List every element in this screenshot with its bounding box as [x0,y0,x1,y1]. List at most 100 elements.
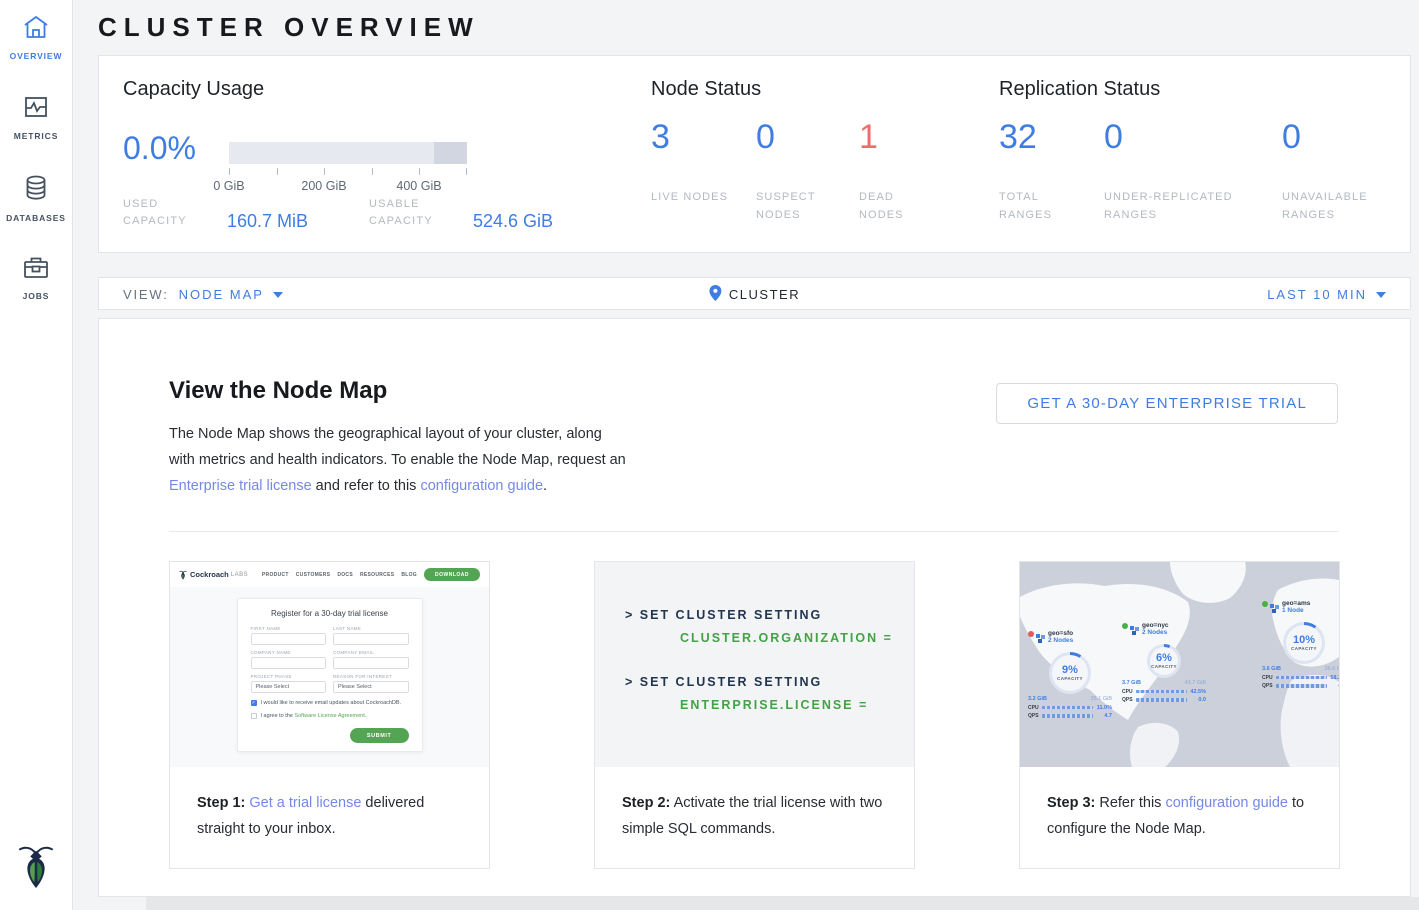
mini-company-email-input [333,657,409,669]
dead-nodes-label: DEAD NODES [859,188,939,224]
database-icon [23,174,49,207]
page-title: CLUSTER OVERVIEW [98,12,480,43]
configuration-guide-link[interactable]: configuration guide [1165,795,1288,811]
mini-nav-customers: CUSTOMERS [296,572,331,578]
usable-capacity-label: USABLE CAPACITY [369,196,455,230]
total-ranges-stat: 32 TOTAL RANGES [999,118,1037,157]
step2-sql-snippet: > SET CLUSTER SETTING CLUSTER.ORGANIZATI… [595,562,914,767]
mini-submit-button: SUBMIT [350,728,409,743]
mini-reason-select: Please Select [333,681,409,693]
total-ranges-label: TOTAL RANGES [999,188,1079,224]
mini-checkbox-checked: ✓ [251,700,257,706]
sql-setting-2: ENTERPRISE.LICENSE = [680,698,914,712]
sidebar-item-label: DATABASES [6,213,66,223]
axis-label-0: 0 GiB [199,179,259,193]
capacity-percent: 0.0% [123,130,196,167]
node-status-dot [1028,631,1034,637]
axis-label-400: 400 GiB [389,179,449,193]
view-dropdown[interactable]: NODE MAP [179,287,264,302]
node-map-heading: View the Node Map [169,377,387,405]
live-nodes-value: 3 [651,118,670,157]
get-trial-license-link[interactable]: Get a trial license [249,795,361,811]
suspect-nodes-label: SUSPECT NODES [756,188,836,224]
step1-card: Cockroach LABS PRODUCT CUSTOMERS DOCS RE… [169,561,490,869]
capacity-gauge: 9%CAPACITY [1049,652,1091,694]
sidebar-item-jobs[interactable]: JOBS [0,240,72,320]
capacity-gauge: 6%CAPACITY [1147,644,1181,678]
capacity-gauge: 10%CAPACITY [1283,622,1325,664]
node-map-panel: View the Node Map The Node Map shows the… [98,318,1411,897]
node-icon [1270,600,1279,618]
cluster-summary-panel: Capacity Usage 0.0% 0 GiB 200 GiB 400 Gi… [98,55,1411,253]
sidebar-item-label: METRICS [14,131,59,141]
metrics-icon [23,94,49,125]
step3-node-map-preview: geo=sfo2 Nodes 9%CAPACITY 3.2 GiB35.1 Gi… [1020,562,1339,767]
map-node-nyc: geo=nyc2 Nodes 6%CAPACITY 3.7 GiB43.7 Gi… [1122,622,1206,703]
cockroach-labs-logo: Cockroach LABS [179,570,248,580]
node-status-dot [1262,601,1268,607]
mini-first-name-input [251,633,327,645]
cockroachdb-logo-icon [16,843,56,894]
sql-prompt-1: > SET CLUSTER SETTING [625,608,914,622]
step1-screenshot: Cockroach LABS PRODUCT CUSTOMERS DOCS RE… [170,562,489,767]
mini-nav-docs: DOCS [337,572,353,578]
suspect-nodes-stat: 0 SUSPECT NODES [756,118,775,157]
view-bar: VIEW: NODE MAP CLUSTER LAST 10 MIN [98,277,1411,310]
usable-capacity-value: 524.6 GiB [473,211,553,232]
main-content: CLUSTER OVERVIEW Capacity Usage 0.0% 0 G… [73,0,1419,910]
axis-label-200: 200 GiB [294,179,354,193]
total-ranges-value: 32 [999,118,1037,157]
mini-nav-product: PRODUCT [262,572,289,578]
configuration-guide-link[interactable]: configuration guide [420,478,543,494]
unavailable-ranges-stat: 0 UNAVAILABLE RANGES [1282,118,1301,157]
sidebar-item-overview[interactable]: OVERVIEW [0,0,72,80]
mini-company-name-input [251,657,327,669]
enterprise-trial-button[interactable]: GET A 30-DAY ENTERPRISE TRIAL [996,383,1338,424]
replication-status-title: Replication Status [999,78,1160,101]
node-icon [1036,630,1045,648]
unavailable-ranges-value: 0 [1282,118,1301,157]
sidebar-item-label: OVERVIEW [10,51,63,61]
step2-caption: Step 2: Activate the trial license with … [595,767,914,842]
mini-project-phase-select: Please Select [251,681,327,693]
home-icon [22,14,50,45]
view-label: VIEW: [123,287,169,302]
mini-nav-blog: BLOG [401,572,417,578]
node-map-description: The Node Map shows the geographical layo… [169,421,631,499]
under-replicated-label: UNDER-REPLICATED RANGES [1104,188,1264,224]
sidebar: OVERVIEW METRICS DATABASES [0,0,73,910]
sidebar-item-databases[interactable]: DATABASES [0,160,72,240]
mini-registration-form: Register for a 30-day trial license FIRS… [237,598,423,752]
mini-checkbox-unchecked [251,713,257,719]
sidebar-item-label: JOBS [23,291,50,301]
live-nodes-label: LIVE NODES [651,188,731,206]
breadcrumb: CLUSTER [729,287,800,302]
under-replicated-value: 0 [1104,118,1123,157]
step3-caption: Step 3: Refer this configuration guide t… [1020,767,1339,842]
live-nodes-stat: 3 LIVE NODES [651,118,670,157]
node-status-title: Node Status [651,78,761,101]
step3-card: geo=sfo2 Nodes 9%CAPACITY 3.2 GiB35.1 Gi… [1019,561,1340,869]
time-range-dropdown[interactable]: LAST 10 MIN [1267,278,1386,311]
enterprise-trial-license-link[interactable]: Enterprise trial license [169,478,312,494]
node-status-dot [1122,623,1128,629]
mini-download-button: DOWNLOAD [424,568,480,581]
chevron-down-icon[interactable] [273,292,283,298]
page-bottom-strip [146,897,1419,910]
under-replicated-stat: 0 UNDER-REPLICATED RANGES [1104,118,1123,157]
pin-icon [709,285,721,304]
map-node-ams: geo=ams1 Node 10%CAPACITY 3.6 GiB36.6 Gi… [1262,600,1339,689]
map-node-sfo: geo=sfo2 Nodes 9%CAPACITY 3.2 GiB35.1 Gi… [1028,630,1112,719]
capacity-bar [229,142,467,164]
used-capacity-label: USED CAPACITY [123,196,209,230]
steps-row: Cockroach LABS PRODUCT CUSTOMERS DOCS RE… [169,561,1340,869]
step1-caption: Step 1: Get a trial license delivered st… [170,767,489,842]
sql-prompt-2: > SET CLUSTER SETTING [625,675,914,689]
mini-nav-resources: RESOURCES [360,572,394,578]
dead-nodes-value: 1 [859,118,878,157]
node-icon [1130,622,1139,640]
unavailable-ranges-label: UNAVAILABLE RANGES [1282,188,1392,224]
sidebar-item-metrics[interactable]: METRICS [0,80,72,160]
step2-card: > SET CLUSTER SETTING CLUSTER.ORGANIZATI… [594,561,915,869]
mini-last-name-input [333,633,409,645]
